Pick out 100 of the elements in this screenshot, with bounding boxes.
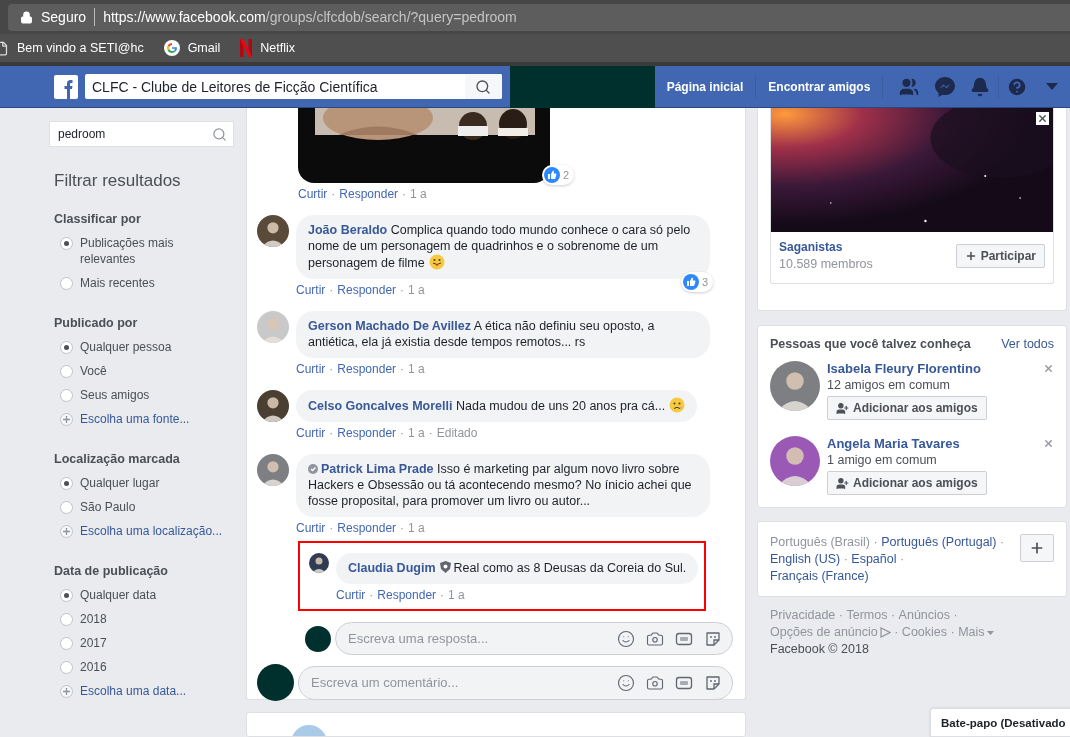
add-language-button[interactable] — [1020, 534, 1054, 562]
avatar[interactable] — [309, 553, 329, 573]
radio-button[interactable] — [60, 237, 73, 250]
facebook-logo[interactable] — [54, 74, 78, 99]
see-all-link[interactable]: Ver todos — [1001, 337, 1054, 351]
emoji-icon[interactable] — [617, 629, 635, 648]
author-link[interactable]: João Beraldo — [308, 223, 388, 237]
action-link[interactable]: Responder — [337, 282, 397, 298]
action-link[interactable]: Responder — [339, 186, 399, 202]
sticker-icon[interactable] — [704, 629, 722, 648]
bookmark[interactable]: Gmail — [163, 40, 221, 56]
bookmark[interactable]: Netflix — [240, 39, 296, 57]
comment-text: João Beraldo Complica quando todo mundo conhece o cara só pelo nome de um personagem de quadrinhos e o sobrenome de um personagem de filme — [308, 222, 692, 271]
search-button[interactable] — [464, 74, 502, 99]
group-name[interactable]: Saganistas — [779, 239, 873, 255]
avatar[interactable] — [257, 390, 289, 422]
action-link[interactable]: Curtir — [296, 282, 326, 298]
tongue-emoji-icon — [428, 254, 445, 270]
add-friend-button[interactable]: Adicionar aos amigos — [827, 471, 987, 495]
action-link[interactable]: Responder — [337, 361, 397, 377]
radio-button[interactable] — [60, 277, 73, 290]
radio-button[interactable] — [60, 637, 73, 650]
option-label[interactable]: Mais recentes — [80, 275, 155, 291]
adchoices-icon — [879, 627, 891, 638]
reply-input[interactable]: Escreva uma resposta... — [346, 630, 606, 647]
option-label[interactable]: Você — [80, 363, 107, 379]
join-button[interactable]: Participar — [955, 244, 1045, 268]
author-link[interactable]: Gerson Machado De Avillez — [308, 319, 471, 333]
person-name[interactable]: Isabela Fleury Florentino — [827, 361, 987, 377]
radio-button[interactable] — [60, 589, 73, 602]
radio-button[interactable] — [60, 365, 73, 378]
option-label[interactable]: São Paulo — [80, 499, 136, 515]
add-filter-link[interactable]: Escolha uma data... — [80, 683, 187, 699]
option-label[interactable]: Publicações mais relevantes — [80, 235, 190, 267]
author-link[interactable]: Patrick Lima Prade — [321, 462, 434, 476]
bookmark[interactable]: Bem vindo a SETI@hc — [0, 40, 144, 56]
language-link[interactable]: Español — [851, 552, 897, 566]
comment-meta: 1 a — [408, 282, 425, 298]
option-label[interactable]: Qualquer lugar — [80, 475, 160, 491]
add-filter-link[interactable]: Escolha uma localização... — [80, 523, 223, 539]
copyright: Facebook © 2018 — [770, 641, 870, 658]
bell-icon[interactable] — [970, 76, 991, 97]
author-link[interactable]: Celso Goncalves Morelli — [308, 399, 453, 413]
radio-button[interactable] — [60, 501, 73, 514]
comment-meta: Editado — [436, 425, 478, 441]
action-link[interactable]: Curtir — [296, 361, 326, 377]
add-filter-link[interactable]: Escolha uma fonte... — [80, 411, 190, 427]
radio-button[interactable] — [60, 661, 73, 674]
radio-button[interactable] — [60, 341, 73, 354]
avatar[interactable] — [257, 664, 294, 701]
close-icon[interactable] — [1036, 112, 1049, 125]
search-input[interactable]: pedroom — [56, 126, 212, 142]
radio-button[interactable] — [60, 477, 73, 490]
radio-button[interactable] — [60, 613, 73, 626]
add-friend-button[interactable]: Adicionar aos amigos — [827, 396, 987, 420]
chat-tab[interactable]: Bate-papo (Desativado — [930, 708, 1070, 737]
emoji-icon[interactable] — [617, 673, 635, 692]
avatar[interactable] — [257, 215, 289, 247]
comment-field[interactable]: Escreva um comentário... — [298, 665, 733, 700]
camera-icon[interactable] — [646, 673, 664, 692]
separator: · — [400, 425, 405, 441]
language-link[interactable]: English (US) — [770, 552, 841, 566]
action-link[interactable]: Responder — [337, 520, 397, 536]
messenger-icon[interactable] — [933, 75, 956, 98]
option-label[interactable]: Qualquer data — [80, 587, 157, 603]
comment-input[interactable]: Escreva um comentário... — [309, 674, 606, 691]
sticker-icon[interactable] — [704, 673, 722, 692]
add-person-icon — [836, 476, 849, 490]
action-link[interactable]: Curtir — [298, 186, 328, 202]
action-link[interactable]: Curtir — [336, 587, 366, 603]
address-bar[interactable]: Seguro https://www.facebook.com/groups/clfcdob/search/?query=pedroom — [8, 3, 1070, 31]
separator: · — [889, 608, 897, 622]
avatar[interactable] — [305, 625, 331, 652]
option-label[interactable]: 2016 — [80, 659, 107, 675]
action-link[interactable]: Responder — [377, 587, 437, 603]
search-icon — [475, 78, 492, 95]
reply-field[interactable]: Escreva uma resposta... — [335, 622, 733, 655]
option-label[interactable]: Qualquer pessoa — [80, 339, 172, 355]
help-icon[interactable] — [1005, 75, 1028, 98]
action-link[interactable]: Curtir — [296, 425, 326, 441]
action-link[interactable]: Responder — [337, 425, 397, 441]
netflix-icon — [240, 39, 253, 57]
separator: · — [400, 282, 405, 298]
separator: · — [400, 520, 405, 536]
language-link[interactable]: Français (France) — [770, 569, 869, 583]
action-link[interactable]: Curtir — [296, 520, 326, 536]
option-label[interactable]: 2018 — [80, 611, 107, 627]
radio-button[interactable] — [60, 389, 73, 402]
option-label[interactable]: Seus amigos — [80, 387, 150, 403]
option-label[interactable]: 2017 — [80, 635, 107, 651]
person-name[interactable]: Angela Maria Tavares — [827, 436, 987, 452]
caret-icon[interactable] — [1046, 83, 1059, 90]
author-link[interactable]: Claudia Dugim — [348, 561, 436, 575]
search-field[interactable]: pedroom — [49, 121, 234, 147]
separator: · — [899, 552, 905, 566]
language-link[interactable]: Português (Portugal) — [881, 535, 997, 549]
nav-link[interactable]: Página inicial — [654, 79, 756, 94]
camera-icon[interactable] — [646, 629, 664, 648]
nav-link[interactable]: Encontrar amigos — [756, 79, 883, 94]
friends-icon[interactable] — [899, 76, 920, 97]
